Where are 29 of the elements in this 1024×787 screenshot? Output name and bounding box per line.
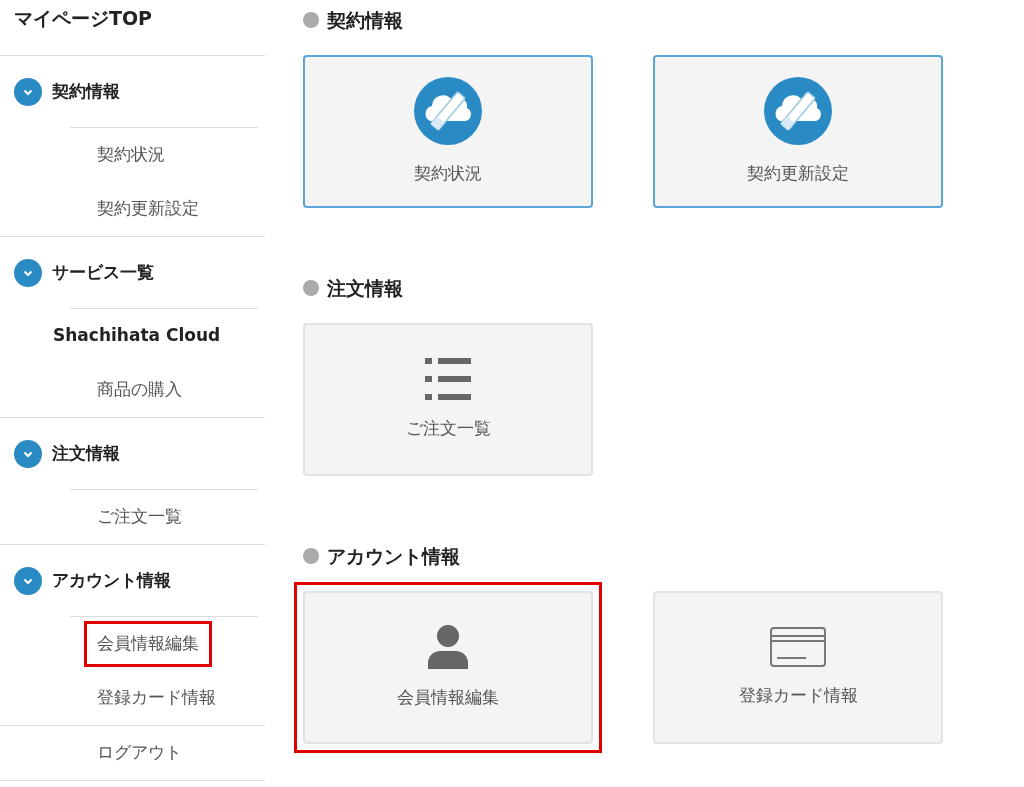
menu-card[interactable]: 会員情報編集 xyxy=(303,591,593,744)
sidebar-link[interactable]: 契約状況 xyxy=(84,132,178,178)
menu-card[interactable]: 契約状況 xyxy=(303,55,593,208)
sidebar-link[interactable]: ご注文一覧 xyxy=(84,494,195,540)
sidebar-link[interactable]: 商品の購入 xyxy=(84,367,195,413)
bullet-icon xyxy=(303,548,319,564)
bullet-icon xyxy=(303,280,319,296)
menu-card[interactable]: ご注文一覧 xyxy=(303,323,593,476)
section-title: アカウント情報 xyxy=(327,543,460,569)
bullet-icon xyxy=(303,12,319,28)
list-icon xyxy=(425,357,471,400)
section-title: 契約情報 xyxy=(327,7,403,33)
menu-card[interactable]: 契約更新設定 xyxy=(653,55,943,208)
logout-link[interactable]: ログアウト xyxy=(97,740,182,766)
sidebar-link[interactable]: 契約更新設定 xyxy=(84,186,212,232)
cloud-pen-icon xyxy=(764,76,832,145)
sidebar-link[interactable]: 登録カード情報 xyxy=(84,675,229,721)
person-icon xyxy=(428,624,468,669)
menu-card[interactable]: 登録カード情報 xyxy=(653,591,943,744)
sidebar-group-title[interactable]: 契約情報 xyxy=(52,78,120,105)
credit-card-icon xyxy=(770,626,826,667)
sidebar-link[interactable]: Shachihata Cloud xyxy=(40,313,234,359)
cloud-pen-icon xyxy=(414,76,482,145)
section-title: 注文情報 xyxy=(327,275,403,301)
sidebar-group-title[interactable]: アカウント情報 xyxy=(52,567,171,594)
mypage-top-link[interactable]: マイページTOP xyxy=(14,9,153,28)
sidebar-group-title[interactable]: サービス一覧 xyxy=(52,259,154,286)
sidebar-link[interactable]: 会員情報編集 xyxy=(84,621,212,667)
sidebar-group-title[interactable]: 注文情報 xyxy=(52,440,120,467)
